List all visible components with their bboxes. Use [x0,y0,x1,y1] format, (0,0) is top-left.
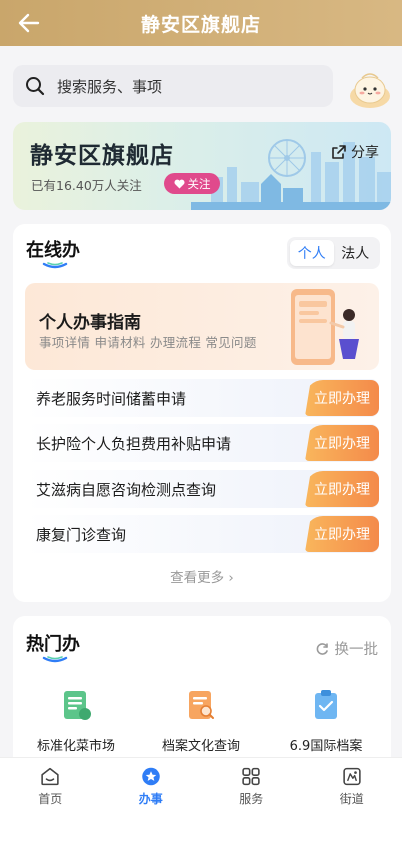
hot-item[interactable]: 档案文化查询 [141,688,261,756]
tab-label: 办事 [138,792,163,806]
tab-legal-person[interactable]: 法人 [334,240,378,266]
home-icon [41,767,59,786]
mascot-avatar[interactable] [348,66,392,110]
section-title-online: 在线办 [26,240,80,261]
tab-services[interactable]: 服务 [201,758,302,807]
refresh-label: 换一批 [334,642,379,658]
online-services-card: 在线办 个人 法人 个人办事指南 事项详情 申请材料 办理流程 常见问题 养老服… [13,224,391,602]
individual-guide-banner[interactable]: 个人办事指南 事项详情 申请材料 办理流程 常见问题 [25,283,379,370]
service-name: 长护险个人负担费用补贴申请 [36,435,232,453]
section-title-hot: 热门办 [26,634,80,655]
hot-services-card: 热门办 换一批 标准化菜市场 档案文化查询 6.9国际档案 [13,616,391,776]
page-title: 静安区旗舰店 [140,13,261,36]
apply-now-button[interactable]: 立即办理 [305,471,379,507]
guide-title: 个人办事指南 [39,313,141,333]
tab-street[interactable]: 街道 [302,758,402,807]
follower-count: 已有16.40万人关注 [31,178,142,193]
tab-label: 服务 [239,792,264,806]
service-item[interactable]: 养老服务时间储蓄申请 立即办理 [25,379,379,417]
hot-item[interactable]: 标准化菜市场 [16,688,136,756]
phone-person-illustration [291,289,359,365]
search-input[interactable]: 搜索服务、事项 [13,65,333,107]
search-icon [26,77,45,96]
banner-title: 静安区旗舰店 [30,143,174,169]
search-placeholder: 搜索服务、事项 [57,77,163,96]
document-green-icon [64,691,91,720]
hot-item-label: 标准化菜市场 [36,739,115,754]
bottom-tab-bar: 首页 办事 服务 街道 [0,757,402,807]
service-item[interactable]: 康复门诊查询 立即办理 [25,515,379,553]
search-row: 搜索服务、事项 [0,46,402,122]
service-item[interactable]: 艾滋病自愿咨询检测点查询 立即办理 [25,470,379,508]
hot-item[interactable]: 6.9国际档案 [266,688,386,756]
back-button[interactable] [14,9,44,37]
tab-label: 街道 [339,792,364,806]
clipboard-blue-icon [315,690,337,719]
tab-label: 首页 [38,792,63,806]
hot-item-label: 6.9国际档案 [289,739,363,754]
follow-label: 关注 [187,176,211,191]
file-search-orange-icon [189,691,214,719]
apply-now-button[interactable]: 立即办理 [305,380,379,416]
share-icon [332,145,346,159]
share-button[interactable]: 分享 [331,142,379,162]
follow-button[interactable]: 关注 [164,173,220,194]
arrow-left-icon [18,13,40,33]
home-indicator-area [0,807,402,844]
service-name: 艾滋病自愿咨询检测点查询 [36,481,217,499]
store-banner: 静安区旗舰店 已有16.40万人关注 关注 分享 [13,122,391,210]
view-more-link[interactable]: 查看更多 › [13,566,391,586]
title-underline-decoration [42,656,68,663]
service-name: 养老服务时间储蓄申请 [36,390,187,408]
title-underline-decoration [42,262,68,269]
service-name: 康复门诊查询 [36,526,127,544]
top-bar: 静安区旗舰店 [0,0,402,46]
hot-item-label: 档案文化查询 [161,739,240,754]
city-skyline-illustration [191,139,391,210]
refresh-icon [316,642,328,655]
guide-subtitle: 事项详情 申请材料 办理流程 常见问题 [39,335,257,350]
tab-individual[interactable]: 个人 [290,240,334,266]
heart-icon [173,179,185,188]
refresh-batch-button[interactable]: 换一批 [315,638,379,659]
person-type-toggle: 个人 法人 [287,237,380,269]
service-item[interactable]: 长护险个人负担费用补贴申请 立即办理 [25,424,379,462]
tab-affairs[interactable]: 办事 [101,758,202,807]
star-badge-icon [142,767,160,786]
share-label: 分享 [351,145,379,161]
apply-now-button[interactable]: 立即办理 [305,425,379,461]
tab-home[interactable]: 首页 [0,758,101,807]
apply-now-button[interactable]: 立即办理 [305,516,379,552]
street-icon [343,767,361,786]
grid-icon [242,767,260,786]
